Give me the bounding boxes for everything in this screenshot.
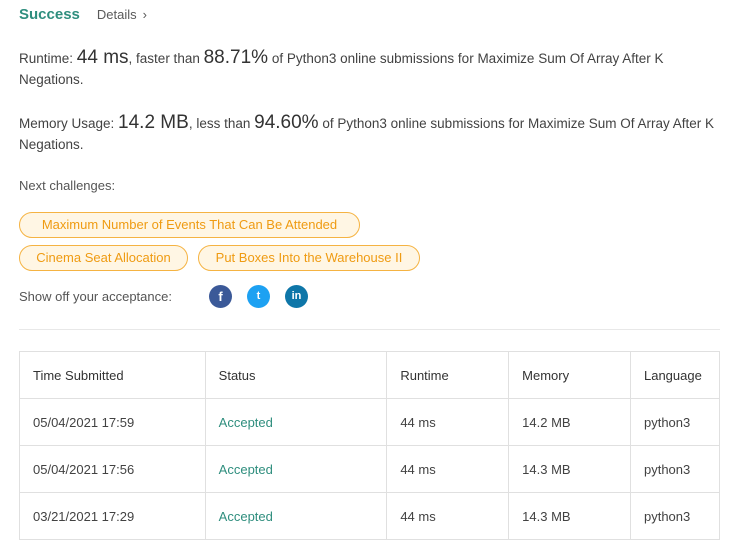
cell-runtime: 44 ms — [386, 398, 510, 446]
cell-time: 05/04/2021 17:59 — [19, 398, 206, 446]
cell-memory: 14.2 MB — [508, 398, 631, 446]
challenge-chip[interactable]: Maximum Number of Events That Can Be Att… — [19, 212, 360, 238]
cell-time: 03/21/2021 17:29 — [19, 492, 206, 540]
column-header-language[interactable]: Language — [629, 351, 721, 399]
share-label: Show off your acceptance: — [19, 289, 172, 304]
column-header-time[interactable]: Time Submitted — [19, 351, 206, 399]
column-header-memory[interactable]: Memory — [508, 351, 631, 399]
memory-percent: 94.60% — [254, 112, 319, 133]
runtime-label: Runtime: — [19, 51, 74, 66]
cell-runtime: 44 ms — [386, 492, 510, 540]
table-row: 03/21/2021 17:29 Accepted 44 ms 14.3 MB … — [19, 492, 721, 540]
cell-memory: 14.3 MB — [508, 445, 631, 493]
submissions-table: Time Submitted Status Runtime Memory Lan… — [19, 351, 721, 540]
next-challenges-label: Next challenges: — [19, 178, 116, 193]
result-header: Success Details › — [19, 6, 147, 23]
table-header-row: Time Submitted Status Runtime Memory Lan… — [19, 351, 721, 399]
table-row: 05/04/2021 17:59 Accepted 44 ms 14.2 MB … — [19, 398, 721, 446]
runtime-percent: 88.71% — [203, 47, 269, 68]
twitter-icon[interactable]: t — [247, 285, 270, 308]
challenge-chip[interactable]: Cinema Seat Allocation — [19, 245, 188, 271]
table-row: 05/04/2021 17:56 Accepted 44 ms 14.3 MB … — [19, 445, 721, 493]
memory-stat: Memory Usage: 14.2 MB, less than 94.60% … — [19, 112, 729, 155]
facebook-icon[interactable]: f — [209, 285, 232, 308]
column-header-runtime[interactable]: Runtime — [386, 351, 510, 399]
cell-status-link[interactable]: Accepted — [204, 398, 388, 446]
cell-language: python3 — [629, 398, 721, 446]
chevron-right-icon: › — [142, 7, 147, 22]
runtime-value: 44 ms — [76, 47, 129, 68]
cell-time: 05/04/2021 17:56 — [19, 445, 206, 493]
details-label: Details — [96, 7, 137, 22]
memory-comparison: , less than — [188, 116, 251, 131]
cell-memory: 14.3 MB — [508, 492, 631, 540]
memory-value: 14.2 MB — [118, 112, 189, 133]
details-link[interactable]: Details › — [97, 7, 147, 22]
runtime-comparison: , faster than — [128, 51, 200, 66]
column-header-status[interactable]: Status — [204, 351, 388, 399]
cell-status-link[interactable]: Accepted — [204, 492, 388, 540]
divider — [19, 329, 720, 330]
cell-language: python3 — [629, 445, 721, 493]
cell-status-link[interactable]: Accepted — [204, 445, 388, 493]
cell-runtime: 44 ms — [386, 445, 510, 493]
status-title: Success — [19, 6, 80, 23]
challenge-chip[interactable]: Put Boxes Into the Warehouse II — [198, 245, 420, 271]
memory-label: Memory Usage: — [19, 116, 115, 131]
cell-language: python3 — [629, 492, 721, 540]
runtime-stat: Runtime: 44 ms, faster than 88.71% of Py… — [19, 47, 729, 90]
linkedin-icon[interactable]: in — [285, 285, 308, 308]
